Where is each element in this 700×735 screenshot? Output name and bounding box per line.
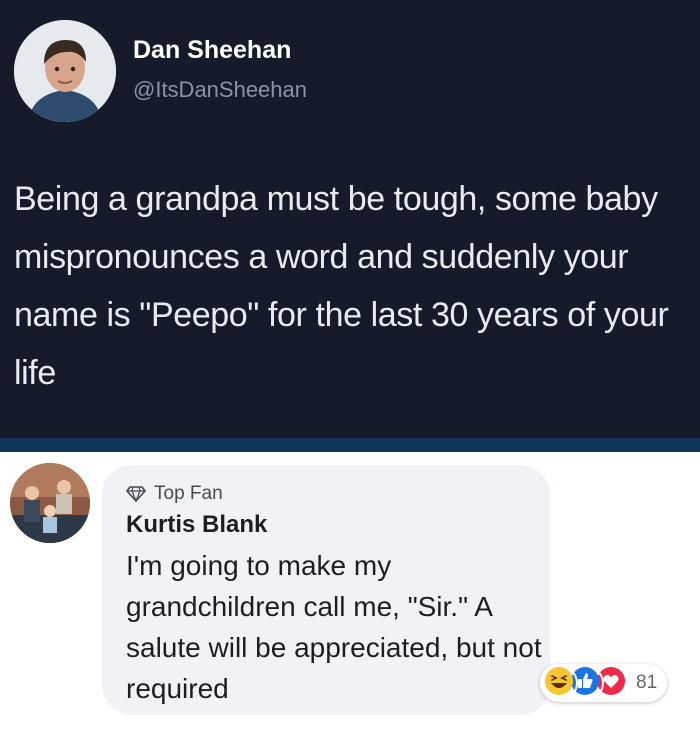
tweet-divider	[0, 438, 700, 452]
tweet-author-handle[interactable]: @ItsDanSheehan	[133, 77, 307, 103]
top-fan-badge: Top Fan	[126, 483, 223, 505]
tweet-text: Being a grandpa must be tough, some baby…	[14, 180, 669, 392]
top-fan-label: Top Fan	[154, 483, 223, 504]
comment-text: I'm going to make my grandchildren call …	[126, 550, 542, 704]
tweet-author-name[interactable]: Dan Sheehan	[133, 36, 291, 65]
haha-reaction-icon	[544, 666, 578, 700]
reactions-summary[interactable]: 81	[540, 664, 668, 702]
reaction-count: 81	[636, 672, 658, 693]
comment-bubble: Top Fan Kurtis Blank I'm going to make m…	[102, 465, 550, 715]
comment-author-name[interactable]: Kurtis Blank	[126, 511, 267, 539]
diamond-icon	[126, 486, 146, 502]
tweet-card: Dan Sheehan @ItsDanSheehan Being a grand…	[0, 0, 700, 438]
comment-avatar[interactable]	[10, 463, 90, 543]
tweet-avatar[interactable]	[14, 20, 116, 122]
